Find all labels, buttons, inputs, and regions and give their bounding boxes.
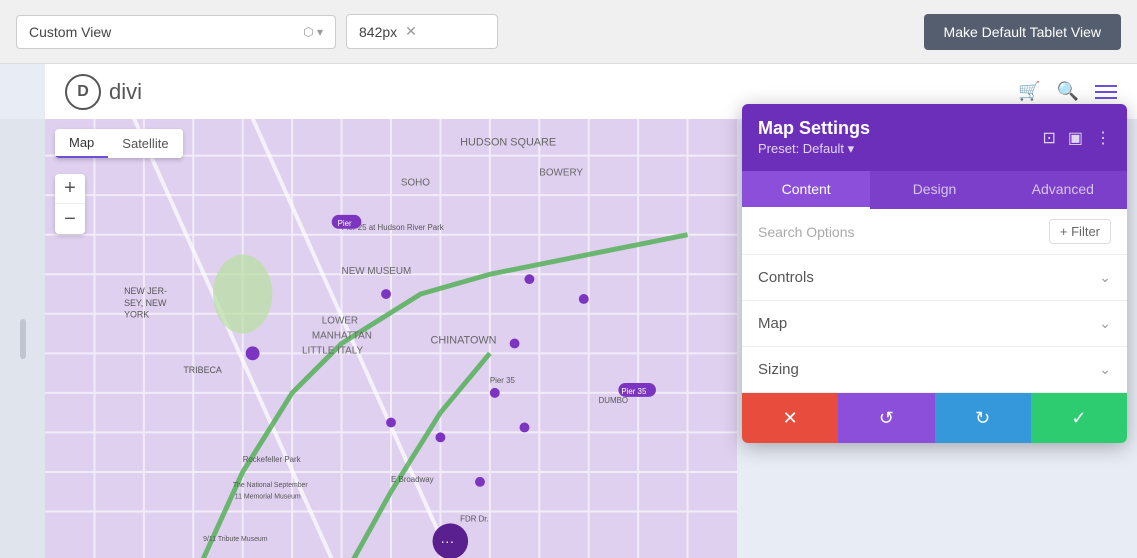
- controls-label: Controls: [758, 269, 814, 286]
- sizing-label: Sizing: [758, 361, 799, 378]
- top-toolbar: Custom View ⬡ ▾ 842px ✕ Make Default Tab…: [0, 0, 1137, 64]
- svg-text:TRIBECA: TRIBECA: [183, 365, 222, 375]
- hamburger-line-2: [1095, 91, 1117, 93]
- panel-footer: ✕ ↺ ↻ ✓: [742, 393, 1127, 443]
- refresh-button[interactable]: ↻: [935, 393, 1031, 443]
- logo-name: divi: [109, 79, 142, 105]
- map-section[interactable]: Map ⌄: [742, 301, 1127, 347]
- map-label: Map: [758, 315, 787, 332]
- confirm-button[interactable]: ✓: [1031, 393, 1127, 443]
- search-icon[interactable]: 🔍: [1057, 81, 1079, 102]
- hamburger-line-1: [1095, 85, 1117, 87]
- svg-text:SEY, NEW: SEY, NEW: [124, 298, 167, 308]
- panel-tabs: Content Design Advanced: [742, 171, 1127, 209]
- svg-text:E Broadway: E Broadway: [391, 475, 434, 484]
- svg-text:Rockefeller Park: Rockefeller Park: [243, 455, 301, 464]
- svg-text:NEW MUSEUM: NEW MUSEUM: [342, 266, 412, 277]
- tab-design[interactable]: Design: [870, 171, 998, 209]
- svg-text:Pier 35: Pier 35: [490, 376, 516, 385]
- custom-view-chevron: ⬡ ▾: [303, 25, 323, 39]
- tab-advanced[interactable]: Advanced: [999, 171, 1127, 209]
- panel-header-left: Map Settings Preset: Default: [758, 118, 870, 157]
- tab-content[interactable]: Content: [742, 171, 870, 209]
- map-visual: HUDSON SQUARE SOHO BOWERY NEW MUSEUM LOW…: [45, 119, 737, 558]
- logo-circle: D: [65, 74, 101, 110]
- svg-text:···: ···: [440, 533, 454, 549]
- svg-text:BOWERY: BOWERY: [539, 167, 583, 178]
- zoom-out-button[interactable]: −: [55, 204, 85, 234]
- cart-icon[interactable]: 🛒: [1018, 81, 1040, 102]
- logo-area: D divi: [65, 74, 142, 110]
- svg-text:The National September: The National September: [233, 482, 309, 489]
- satellite-tab[interactable]: Satellite: [108, 129, 182, 158]
- svg-text:Pier 35: Pier 35: [621, 387, 647, 396]
- panel-title: Map Settings: [758, 118, 870, 139]
- zoom-controls: + −: [55, 174, 85, 234]
- custom-view-label: Custom View: [29, 24, 111, 40]
- more-options-icon[interactable]: ⋮: [1095, 128, 1111, 148]
- cancel-button[interactable]: ✕: [742, 393, 838, 443]
- nav-icons: 🛒 🔍: [1018, 81, 1117, 102]
- reset-button[interactable]: ↺: [838, 393, 934, 443]
- make-default-button[interactable]: Make Default Tablet View: [924, 14, 1121, 50]
- custom-view-select[interactable]: Custom View ⬡ ▾: [16, 15, 336, 49]
- left-resize-bar: [0, 119, 45, 558]
- svg-text:NEW JER-: NEW JER-: [124, 286, 167, 296]
- search-options-label: Search Options: [758, 224, 855, 240]
- search-options-bar: Search Options + Filter: [742, 209, 1127, 255]
- filter-button[interactable]: + Filter: [1049, 219, 1111, 244]
- map-settings-panel: Map Settings Preset: Default ⊡ ▣ ⋮ Conte…: [742, 104, 1127, 443]
- svg-text:MANHATTAN: MANHATTAN: [312, 331, 372, 342]
- panel-header: Map Settings Preset: Default ⊡ ▣ ⋮: [742, 104, 1127, 171]
- svg-text:YORK: YORK: [124, 310, 149, 320]
- sizing-chevron: ⌄: [1099, 361, 1111, 378]
- svg-text:11 Memorial Museum: 11 Memorial Museum: [235, 494, 301, 501]
- logo-letter: D: [77, 83, 89, 101]
- px-input-group: 842px ✕: [346, 14, 498, 49]
- map-streets-svg: HUDSON SQUARE SOHO BOWERY NEW MUSEUM LOW…: [45, 119, 737, 558]
- controls-section[interactable]: Controls ⌄: [742, 255, 1127, 301]
- svg-text:Pier: Pier: [338, 219, 352, 228]
- svg-text:HUDSON SQUARE: HUDSON SQUARE: [460, 137, 556, 149]
- controls-chevron: ⌄: [1099, 269, 1111, 286]
- sizing-section[interactable]: Sizing ⌄: [742, 347, 1127, 393]
- zoom-in-button[interactable]: +: [55, 174, 85, 204]
- hamburger-menu[interactable]: [1095, 85, 1117, 99]
- map-tab[interactable]: Map: [55, 129, 108, 158]
- svg-text:CHINATOWN: CHINATOWN: [431, 334, 497, 346]
- svg-text:LOWER: LOWER: [322, 316, 358, 327]
- svg-text:SOHO: SOHO: [401, 177, 430, 188]
- extra-width-input[interactable]: [425, 24, 485, 40]
- fullscreen-icon[interactable]: ⊡: [1042, 128, 1055, 148]
- panel-preset[interactable]: Preset: Default: [758, 141, 870, 157]
- resize-handle[interactable]: [20, 319, 26, 359]
- svg-text:LITTLE ITALY: LITTLE ITALY: [302, 345, 364, 356]
- main-area: D divi 🛒 🔍: [0, 64, 1137, 558]
- split-view-icon[interactable]: ▣: [1068, 128, 1083, 148]
- svg-text:9/11 Tribute Museum: 9/11 Tribute Museum: [203, 536, 268, 543]
- map-satellite-toggle: Map Satellite: [55, 129, 183, 158]
- hamburger-line-3: [1095, 97, 1117, 99]
- px-close-icon[interactable]: ✕: [405, 23, 417, 40]
- map-container: HUDSON SQUARE SOHO BOWERY NEW MUSEUM LOW…: [45, 119, 737, 558]
- panel-header-icons: ⊡ ▣ ⋮: [1042, 128, 1111, 148]
- svg-text:FDR Dr.: FDR Dr.: [460, 514, 488, 523]
- px-value: 842px: [359, 24, 397, 40]
- svg-text:DUMBO: DUMBO: [599, 396, 628, 405]
- map-chevron: ⌄: [1099, 315, 1111, 332]
